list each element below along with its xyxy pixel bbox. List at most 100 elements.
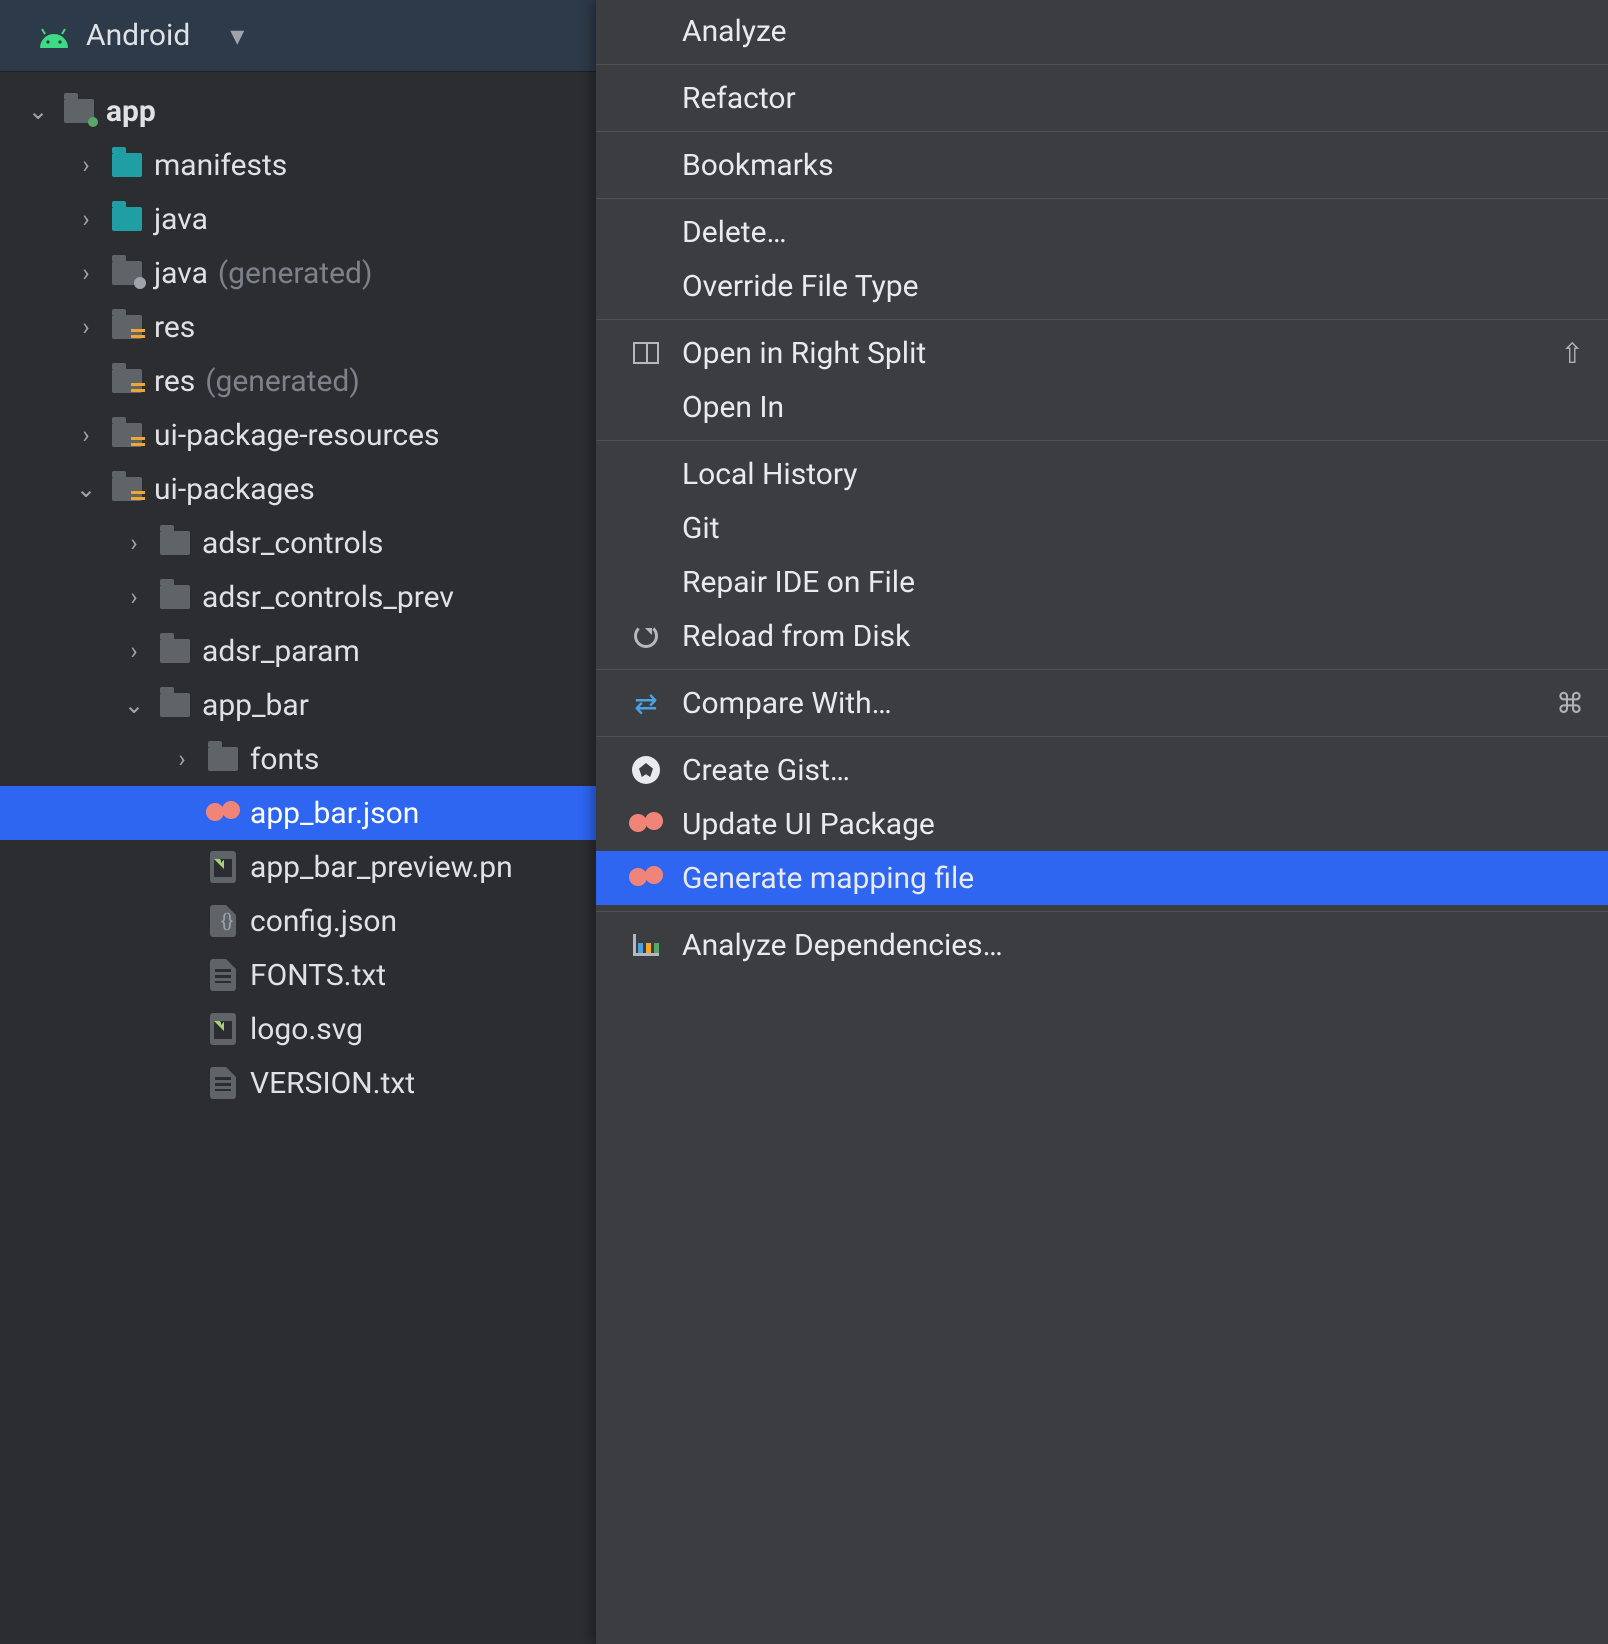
tree-label: app_bar.json — [250, 796, 419, 831]
menu-label: Override File Type — [682, 269, 1584, 304]
resource-folder-icon — [110, 310, 144, 344]
tree-label: ui-package-resources — [154, 418, 439, 453]
menu-label: Analyze — [682, 14, 1566, 49]
tree-label: config.json — [250, 904, 397, 939]
folder-icon — [110, 148, 144, 182]
resource-folder-icon — [110, 472, 144, 506]
project-view-label: Android — [86, 18, 190, 53]
folder-icon — [158, 688, 192, 722]
folder-icon — [158, 526, 192, 560]
menu-open-right-split[interactable]: Open in Right Split ⇧ — [596, 326, 1608, 380]
config-file-icon — [206, 904, 240, 938]
chevron-right-icon[interactable]: › — [72, 313, 100, 341]
menu-label: Create Gist… — [682, 753, 1584, 788]
github-icon — [628, 756, 664, 784]
chevron-right-icon[interactable]: › — [72, 259, 100, 287]
menu-repair-ide[interactable]: Repair IDE on File — [596, 555, 1608, 609]
resource-folder-icon — [110, 364, 144, 398]
menu-label: Open In — [682, 390, 1566, 425]
menu-label: Local History — [682, 457, 1566, 492]
module-folder-icon — [62, 94, 96, 128]
chevron-right-icon[interactable]: › — [120, 529, 148, 557]
context-menu: Analyze Refactor Bookmarks Delete… Overr… — [596, 0, 1608, 1644]
text-file-icon — [206, 958, 240, 992]
menu-separator — [596, 319, 1608, 320]
tree-label: adsr_controls — [202, 526, 383, 561]
resource-folder-icon — [110, 418, 144, 452]
menu-separator — [596, 64, 1608, 65]
menu-generate-mapping-file[interactable]: Generate mapping file — [596, 851, 1608, 905]
menu-analyze-dependencies[interactable]: Analyze Dependencies… — [596, 918, 1608, 972]
menu-open-in[interactable]: Open In — [596, 380, 1608, 434]
image-file-icon — [206, 1012, 240, 1046]
menu-refactor[interactable]: Refactor — [596, 71, 1608, 125]
tree-label: res — [154, 364, 195, 399]
chevron-right-icon[interactable]: › — [72, 151, 100, 179]
chevron-down-icon[interactable]: ⌄ — [72, 475, 100, 503]
tree-label-suffix: (generated) — [205, 364, 359, 399]
menu-separator — [596, 440, 1608, 441]
chevron-right-icon[interactable]: › — [72, 421, 100, 449]
tree-label: fonts — [250, 742, 319, 777]
menu-bookmarks[interactable]: Bookmarks — [596, 138, 1608, 192]
menu-git[interactable]: Git — [596, 501, 1608, 555]
tree-label: adsr_param — [202, 634, 360, 669]
menu-label: Repair IDE on File — [682, 565, 1584, 600]
text-file-icon — [206, 1066, 240, 1100]
menu-label: Open in Right Split — [682, 336, 1543, 371]
tree-label: manifests — [154, 148, 287, 183]
menu-analyze[interactable]: Analyze — [596, 4, 1608, 58]
reload-icon — [628, 624, 664, 648]
tree-label: java — [154, 202, 208, 237]
chevron-right-icon[interactable]: › — [120, 583, 148, 611]
folder-icon — [158, 634, 192, 668]
menu-override-file-type[interactable]: Override File Type — [596, 259, 1608, 313]
menu-local-history[interactable]: Local History — [596, 447, 1608, 501]
ui-package-icon — [628, 812, 664, 836]
menu-separator — [596, 198, 1608, 199]
menu-separator — [596, 131, 1608, 132]
menu-label: Refactor — [682, 81, 1566, 116]
tree-label: adsr_controls_prev — [202, 580, 454, 615]
menu-label: Delete… — [682, 215, 1584, 250]
menu-label: Bookmarks — [682, 148, 1566, 183]
menu-label: Git — [682, 511, 1566, 546]
menu-compare-with[interactable]: ⇄ Compare With… ⌘ — [596, 676, 1608, 730]
menu-label: Generate mapping file — [682, 861, 1584, 896]
chart-icon — [628, 934, 664, 956]
chevron-down-icon[interactable]: ▾ — [230, 19, 244, 52]
image-file-icon — [206, 850, 240, 884]
generated-folder-icon — [110, 256, 144, 290]
chevron-right-icon[interactable]: › — [72, 205, 100, 233]
folder-icon — [158, 580, 192, 614]
tree-label: java — [154, 256, 208, 291]
menu-label: Analyze Dependencies… — [682, 928, 1584, 963]
tree-label-suffix: (generated) — [218, 256, 372, 291]
tree-label: logo.svg — [250, 1012, 363, 1047]
menu-update-ui-package[interactable]: Update UI Package — [596, 797, 1608, 851]
menu-shortcut: ⇧ — [1561, 337, 1584, 370]
json-file-icon — [206, 796, 240, 830]
folder-icon — [206, 742, 240, 776]
menu-shortcut: ⌘ — [1556, 687, 1584, 720]
menu-delete[interactable]: Delete… — [596, 205, 1608, 259]
tree-label: VERSION.txt — [250, 1066, 415, 1101]
menu-create-gist[interactable]: Create Gist… — [596, 743, 1608, 797]
tree-label: res — [154, 310, 195, 345]
menu-separator — [596, 736, 1608, 737]
chevron-down-icon[interactable]: ⌄ — [120, 691, 148, 719]
menu-separator — [596, 911, 1608, 912]
menu-separator — [596, 669, 1608, 670]
chevron-down-icon[interactable]: ⌄ — [24, 97, 52, 125]
menu-label: Update UI Package — [682, 807, 1584, 842]
menu-reload-from-disk[interactable]: Reload from Disk — [596, 609, 1608, 663]
compare-icon: ⇄ — [628, 687, 664, 720]
tree-label: app_bar — [202, 688, 309, 723]
tree-label: FONTS.txt — [250, 958, 386, 993]
folder-icon — [110, 202, 144, 236]
chevron-right-icon[interactable]: › — [120, 637, 148, 665]
chevron-right-icon[interactable]: › — [168, 745, 196, 773]
ui-package-icon — [628, 866, 664, 890]
menu-label: Compare With… — [682, 686, 1538, 721]
tree-label: ui-packages — [154, 472, 315, 507]
